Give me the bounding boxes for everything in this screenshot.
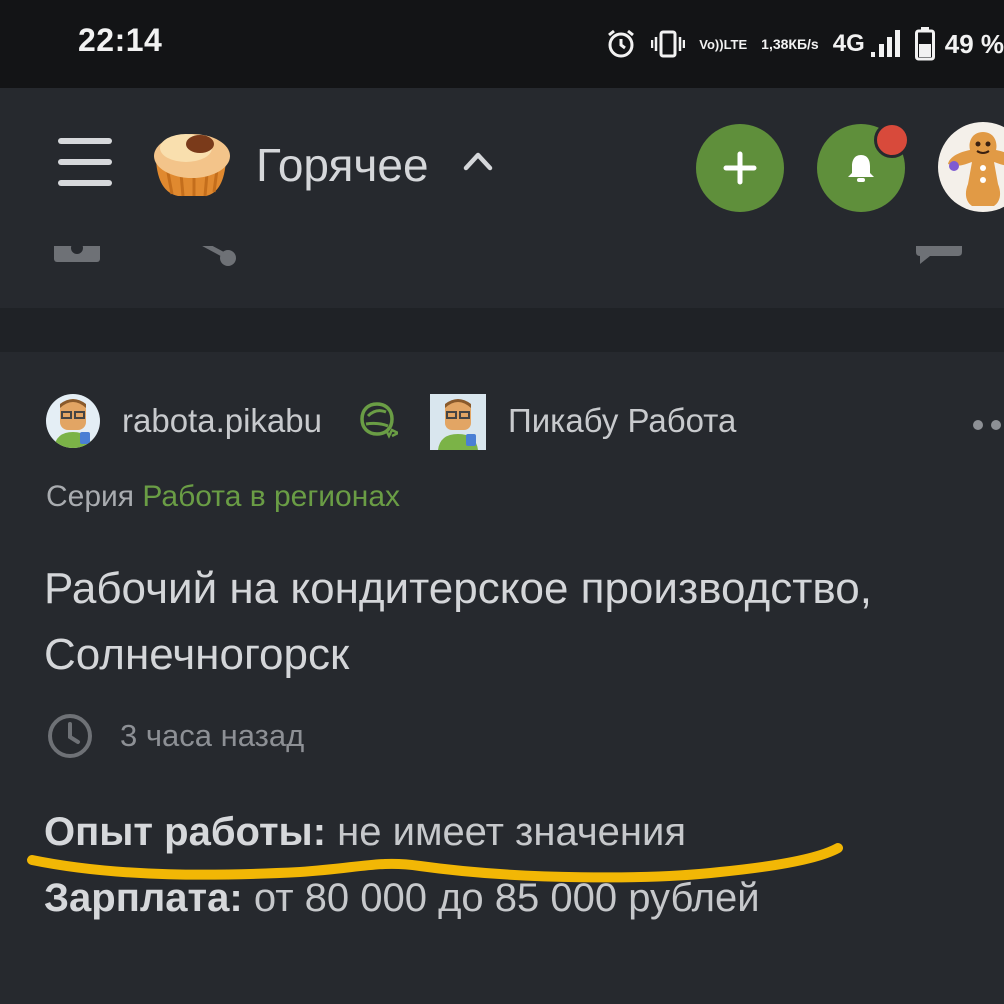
- series-link[interactable]: Работа в регионах: [142, 480, 400, 513]
- salary-label: Зарплата:: [44, 876, 243, 920]
- avatar[interactable]: [938, 122, 1004, 212]
- share-icon[interactable]: [190, 246, 240, 268]
- battery-icon: [914, 27, 935, 61]
- verified-badge-icon: [360, 402, 398, 439]
- author-name[interactable]: rabota.pikabu: [122, 402, 322, 440]
- signal-icon: [870, 30, 901, 58]
- battery-level: 49 %: [944, 28, 1004, 59]
- network-speed: 1,38 КБ/s: [761, 35, 819, 52]
- menu-icon[interactable]: [58, 138, 112, 188]
- series-line: Серия Работа в регионах: [46, 480, 400, 514]
- bell-icon: [848, 155, 874, 182]
- notification-badge: [874, 122, 910, 158]
- alarm-icon: [605, 28, 637, 60]
- status-time: 22:14: [78, 22, 163, 58]
- chevron-up-icon[interactable]: [462, 150, 494, 172]
- vibrate-icon: [651, 28, 686, 60]
- app-bar: Горячее: [0, 88, 1004, 248]
- salary-value: от 80 000 до 85 000 рублей: [242, 876, 760, 920]
- experience-value: не имеет значения: [326, 810, 687, 854]
- more-options-icon[interactable]: [972, 419, 1004, 431]
- previous-post-actions: [0, 246, 1004, 308]
- status-bar: 22:14 Vo)) LTE 1,38 КБ/s 4G 49 %: [0, 0, 1004, 88]
- experience-label: Опыт работы:: [44, 810, 327, 854]
- post-title[interactable]: Рабочий на кондитерское производство, Со…: [44, 556, 944, 688]
- series-label: Серия: [46, 480, 135, 513]
- plus-icon: [723, 151, 757, 185]
- community-avatar[interactable]: [430, 394, 486, 450]
- salary-line: Зарплата: от 80 000 до 85 000 рублей: [44, 876, 760, 921]
- volte-indicator: Vo)) LTE: [699, 36, 748, 52]
- camera-icon[interactable]: [52, 246, 102, 266]
- cupcake-logo[interactable]: [150, 126, 232, 200]
- community-name[interactable]: Пикабу Работа: [508, 402, 736, 440]
- section-title[interactable]: Горячее: [256, 138, 429, 192]
- add-post-button[interactable]: [696, 124, 784, 212]
- network-type: 4G: [832, 30, 865, 57]
- author-avatar[interactable]: [46, 394, 100, 448]
- experience-line: Опыт работы: не имеет значения: [44, 810, 686, 855]
- status-icons: Vo)) LTE 1,38 КБ/s 4G 49 %: [591, 20, 1004, 68]
- clock-icon: [48, 714, 92, 758]
- comments-icon[interactable]: [914, 246, 964, 266]
- post-time: 3 часа назад: [46, 712, 304, 760]
- time-text: 3 часа назад: [120, 718, 305, 753]
